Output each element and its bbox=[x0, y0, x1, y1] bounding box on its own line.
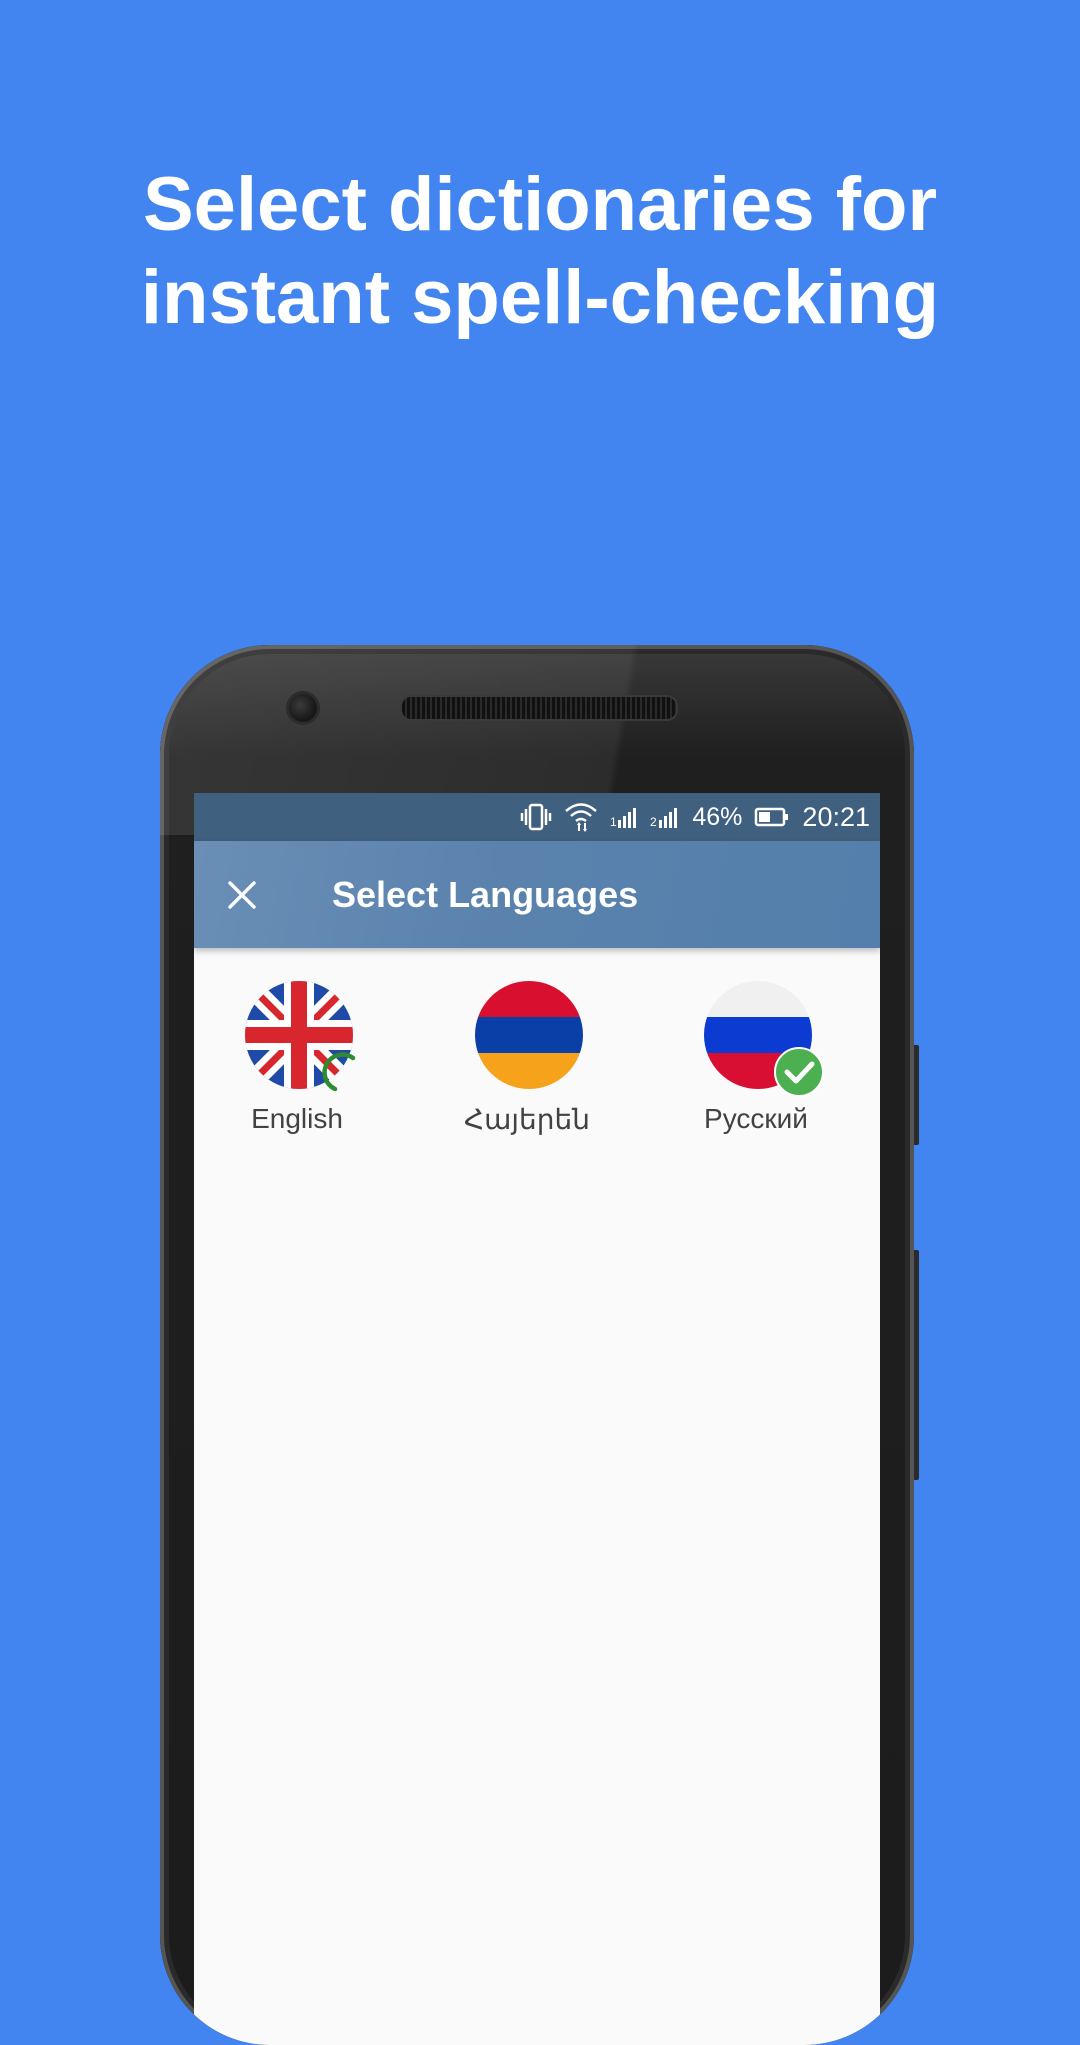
phone-frame: 1 2 46% 20:21 Select Languages English Հ… bbox=[160, 645, 914, 2045]
language-label-english: English bbox=[251, 1103, 343, 1134]
status-bar: 1 2 46% 20:21 bbox=[194, 793, 880, 841]
signal-1-icon: 1 bbox=[610, 804, 638, 830]
headline: Select dictionaries for instant spell-ch… bbox=[0, 158, 1080, 344]
status-time: 20:21 bbox=[802, 801, 870, 832]
selected-check-icon bbox=[774, 1047, 824, 1097]
phone-screen: 1 2 46% 20:21 Select Languages English Հ… bbox=[194, 793, 880, 2045]
earpiece-speaker bbox=[400, 695, 678, 721]
svg-text:1: 1 bbox=[610, 815, 617, 829]
battery-icon bbox=[754, 806, 790, 828]
headline-line-2: instant spell-checking bbox=[140, 255, 940, 340]
armenia-flag-icon bbox=[475, 981, 583, 1089]
battery-percent: 46% bbox=[692, 802, 743, 831]
language-item-russian[interactable]: Русский bbox=[656, 981, 856, 1171]
close-icon bbox=[228, 881, 256, 909]
signal-2-icon: 2 bbox=[650, 804, 680, 830]
download-progress-icon bbox=[322, 1052, 356, 1092]
close-button[interactable] bbox=[214, 867, 270, 923]
front-camera bbox=[286, 691, 320, 725]
language-item-armenian[interactable]: Հայերեն bbox=[427, 981, 627, 1171]
app-bar: Select Languages bbox=[194, 841, 880, 948]
headline-line-1: Select dictionaries for bbox=[142, 162, 938, 247]
vibrate-icon bbox=[520, 803, 552, 831]
language-label-russian: Русский bbox=[704, 1103, 808, 1134]
svg-text:2: 2 bbox=[650, 815, 657, 829]
language-label-armenian: Հայերեն bbox=[464, 1104, 590, 1135]
language-item-english[interactable]: English bbox=[197, 981, 397, 1171]
status-icons: 1 2 46% 20:21 bbox=[520, 793, 870, 841]
wifi-icon bbox=[564, 801, 598, 833]
page-title: Select Languages bbox=[332, 874, 639, 915]
